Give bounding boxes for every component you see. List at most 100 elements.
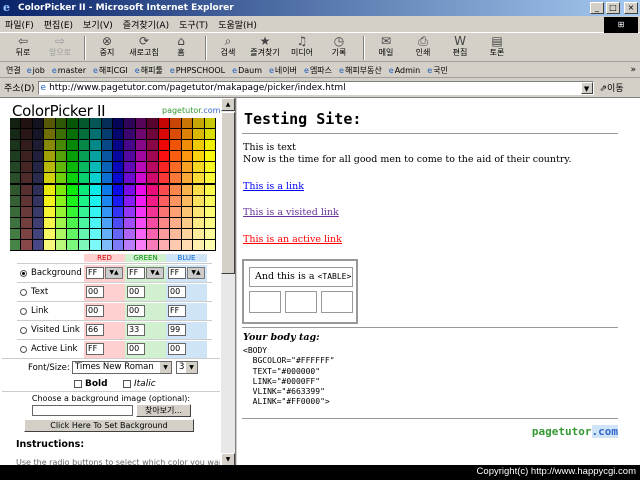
palette-swatch[interactable] xyxy=(124,173,135,184)
frame-divider[interactable] xyxy=(235,98,237,466)
sample-active-link[interactable]: This is an active link xyxy=(243,234,342,245)
palette-swatch[interactable] xyxy=(135,239,147,250)
palette-swatch[interactable] xyxy=(193,162,204,173)
link-item[interactable]: e 해피툴 xyxy=(135,65,163,76)
palette-swatch[interactable] xyxy=(78,206,90,217)
palette-swatch[interactable] xyxy=(44,217,55,228)
palette-swatch[interactable] xyxy=(193,129,204,140)
palette-swatch[interactable] xyxy=(101,173,112,184)
toolbar-button-2[interactable]: ⊗ 중지 xyxy=(90,34,124,58)
bold-checkbox[interactable] xyxy=(74,380,82,388)
palette-swatch[interactable] xyxy=(32,228,44,239)
red-spinner-icon[interactable]: ▼▲ xyxy=(105,267,123,279)
palette-swatch[interactable] xyxy=(204,217,215,228)
blue-spinner-icon[interactable]: ▼▲ xyxy=(187,267,205,279)
palette-swatch[interactable] xyxy=(44,129,55,140)
palette-swatch[interactable] xyxy=(193,195,204,206)
palette-swatch[interactable] xyxy=(44,162,55,173)
palette-swatch[interactable] xyxy=(78,129,90,140)
palette-swatch[interactable] xyxy=(32,118,44,129)
palette-swatch[interactable] xyxy=(181,239,193,250)
color-radio[interactable] xyxy=(20,270,27,277)
palette-swatch[interactable] xyxy=(32,195,44,206)
palette-swatch[interactable] xyxy=(44,118,55,129)
palette-swatch[interactable] xyxy=(90,195,101,206)
red-input[interactable]: 66 xyxy=(86,324,104,336)
menu-favorites[interactable]: 즐겨찾기(A) xyxy=(118,18,174,31)
link-item[interactable]: e job xyxy=(27,66,45,75)
palette-swatch[interactable] xyxy=(32,151,44,162)
palette-swatch[interactable] xyxy=(67,129,78,140)
palette-swatch[interactable] xyxy=(32,173,44,184)
palette-swatch[interactable] xyxy=(101,118,112,129)
palette-swatch[interactable] xyxy=(170,140,181,151)
palette-swatch[interactable] xyxy=(181,217,193,228)
scroll-thumb[interactable] xyxy=(221,112,235,274)
palette-swatch[interactable] xyxy=(204,173,215,184)
palette-swatch[interactable] xyxy=(78,151,90,162)
palette-swatch[interactable] xyxy=(135,206,147,217)
minimize-button[interactable]: _ xyxy=(590,2,604,14)
palette-swatch[interactable] xyxy=(181,162,193,173)
palette-swatch[interactable] xyxy=(204,151,215,162)
palette-swatch[interactable] xyxy=(67,206,78,217)
font-select[interactable]: Times New Roman ▼ xyxy=(72,361,172,374)
palette-swatch[interactable] xyxy=(181,195,193,206)
palette-swatch[interactable] xyxy=(204,140,215,151)
palette-swatch[interactable] xyxy=(101,228,112,239)
palette-swatch[interactable] xyxy=(158,151,170,162)
palette-swatch[interactable] xyxy=(101,239,112,250)
palette-swatch[interactable] xyxy=(55,239,67,250)
palette-swatch[interactable] xyxy=(170,239,181,250)
palette-swatch[interactable] xyxy=(21,228,32,239)
red-input[interactable]: FF xyxy=(86,343,104,355)
palette-swatch[interactable] xyxy=(170,118,181,129)
palette-swatch[interactable] xyxy=(10,239,21,250)
palette-swatch[interactable] xyxy=(67,184,78,195)
palette-swatch[interactable] xyxy=(90,162,101,173)
palette-swatch[interactable] xyxy=(78,239,90,250)
palette-swatch[interactable] xyxy=(113,217,124,228)
palette-swatch[interactable] xyxy=(181,173,193,184)
palette-swatch[interactable] xyxy=(170,217,181,228)
palette-swatch[interactable] xyxy=(135,228,147,239)
palette-swatch[interactable] xyxy=(10,195,21,206)
palette-swatch[interactable] xyxy=(135,151,147,162)
green-spinner-icon[interactable]: ▼▲ xyxy=(146,267,164,279)
palette-swatch[interactable] xyxy=(170,195,181,206)
color-radio[interactable] xyxy=(20,308,27,315)
palette-swatch[interactable] xyxy=(44,206,55,217)
toolbar-button-0[interactable]: ⇦ 뒤로 xyxy=(6,34,40,58)
palette-swatch[interactable] xyxy=(10,151,21,162)
toolbar-button-5[interactable]: ⌕ 검색 xyxy=(211,34,245,58)
palette-swatch[interactable] xyxy=(135,217,147,228)
palette-swatch[interactable] xyxy=(158,239,170,250)
palette-swatch[interactable] xyxy=(67,228,78,239)
palette-swatch[interactable] xyxy=(124,228,135,239)
palette-swatch[interactable] xyxy=(32,206,44,217)
palette-swatch[interactable] xyxy=(32,217,44,228)
palette-swatch[interactable] xyxy=(158,217,170,228)
maximize-button[interactable]: □ xyxy=(606,2,620,14)
palette-swatch[interactable] xyxy=(147,239,158,250)
palette-swatch[interactable] xyxy=(113,195,124,206)
link-item[interactable]: e 엠파스 xyxy=(304,65,332,76)
palette-swatch[interactable] xyxy=(101,206,112,217)
address-dropdown-icon[interactable]: ▼ xyxy=(580,81,593,94)
palette-swatch[interactable] xyxy=(55,173,67,184)
palette-swatch[interactable] xyxy=(67,195,78,206)
palette-swatch[interactable] xyxy=(124,239,135,250)
palette-swatch[interactable] xyxy=(158,118,170,129)
palette-swatch[interactable] xyxy=(10,228,21,239)
palette-swatch[interactable] xyxy=(124,195,135,206)
palette-swatch[interactable] xyxy=(204,184,215,195)
palette-swatch[interactable] xyxy=(67,162,78,173)
palette-swatch[interactable] xyxy=(44,140,55,151)
toolbar-button-4[interactable]: ⌂ 홈 xyxy=(164,34,198,58)
palette-swatch[interactable] xyxy=(101,217,112,228)
palette-swatch[interactable] xyxy=(101,162,112,173)
palette-swatch[interactable] xyxy=(78,195,90,206)
green-input[interactable]: 00 xyxy=(127,286,145,298)
palette-swatch[interactable] xyxy=(44,195,55,206)
palette-swatch[interactable] xyxy=(147,195,158,206)
